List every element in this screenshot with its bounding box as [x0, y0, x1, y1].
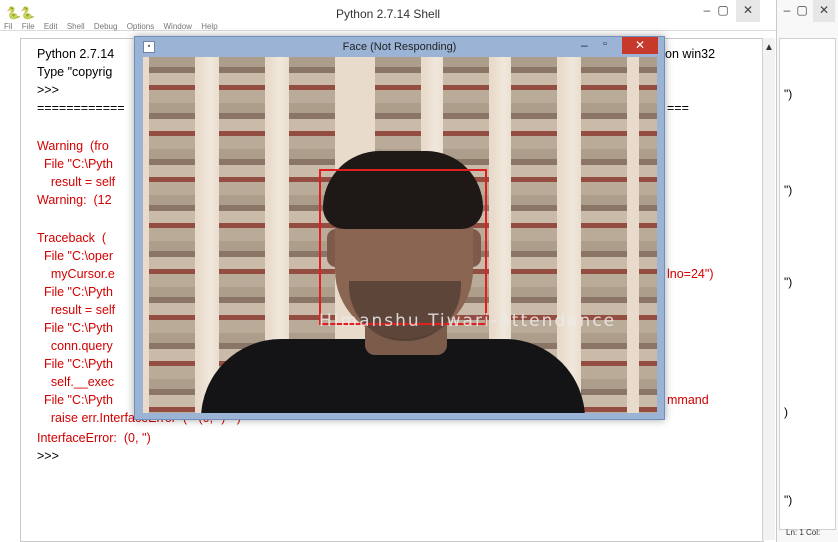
- menu-options[interactable]: Options: [127, 22, 155, 31]
- status-bar-line-col: Ln: 1 Col:: [786, 528, 821, 537]
- menu-debug[interactable]: Debug: [94, 22, 118, 31]
- camera-feed: Himanshu Tiwari-Attendance: [143, 57, 657, 413]
- shell-title: Python 2.7.14 Shell: [335, 7, 441, 21]
- shell-line: myCursor.e: [37, 267, 115, 281]
- shell-line: ============: [37, 101, 125, 115]
- shell-line: Python 2.7.14: [37, 47, 115, 61]
- shell-fragment: ): [784, 405, 788, 419]
- shell-fragment: "): [784, 493, 793, 507]
- minimize-icon[interactable]: –: [700, 0, 714, 22]
- shell-line: Type "copyrig: [37, 65, 113, 79]
- shell-prompt: >>>: [37, 449, 59, 463]
- close-icon[interactable]: ✕: [813, 0, 835, 22]
- shell-line: File "C:\Pyth: [37, 321, 113, 335]
- background-shell-text-area[interactable]: ") ") ") ) "): [779, 38, 836, 530]
- menu-window[interactable]: Window: [164, 22, 192, 31]
- shell-fragment: "): [784, 183, 793, 197]
- close-icon[interactable]: ✕: [736, 0, 760, 22]
- shell-line: File "C:\Pyth: [37, 393, 113, 407]
- minimize-icon[interactable]: –: [581, 38, 588, 52]
- shell-fragment: lno=24"): [667, 267, 714, 281]
- scroll-up-icon[interactable]: ▲: [764, 42, 774, 53]
- shell-line: File "C:\Pyth: [37, 285, 113, 299]
- recognized-name-label: Himanshu Tiwari-Attendance: [319, 311, 617, 331]
- maximize-icon[interactable]: ▢: [795, 0, 809, 22]
- shell-line: File "C:\oper: [37, 249, 113, 263]
- shell-line: result = self: [37, 175, 116, 189]
- face-window[interactable]: ▪ Face (Not Responding) – ▫ ✕ Himanshu T…: [134, 36, 665, 420]
- shell-prompt: >>>: [37, 83, 59, 97]
- maximize-icon[interactable]: ▫: [603, 38, 607, 50]
- shell-line: Traceback (: [37, 231, 107, 245]
- shell-line: File "C:\Pyth: [37, 157, 113, 171]
- menu-file-truncated[interactable]: Fil: [4, 22, 12, 31]
- menu-file[interactable]: File: [22, 22, 35, 31]
- shell-scrollbar[interactable]: ▲: [762, 38, 775, 540]
- shell-menubar: Fil File Edit Shell Debug Options Window…: [0, 22, 776, 36]
- face-detection-box: [319, 169, 487, 325]
- close-icon[interactable]: ✕: [622, 37, 658, 54]
- shell-line: File "C:\Pyth: [37, 357, 113, 371]
- shell-fragment: "): [784, 87, 793, 101]
- menu-help[interactable]: Help: [201, 22, 217, 31]
- shell-line: InterfaceError: (0, ''): [37, 431, 151, 445]
- shell-line: self.__exec: [37, 375, 115, 389]
- shell-line: conn.query: [37, 339, 113, 353]
- shell-line: Warning: (12: [37, 193, 112, 207]
- menu-shell[interactable]: Shell: [67, 22, 85, 31]
- menu-edit[interactable]: Edit: [44, 22, 58, 31]
- shell-fragment: mmand: [667, 393, 709, 407]
- shell-fragment: "): [784, 275, 793, 289]
- shell-fragment: ===: [667, 101, 689, 115]
- shell-line: result = self: [37, 303, 116, 317]
- shell-line: Warning (fro: [37, 139, 109, 153]
- background-shell-window: – ▢ ✕ ") ") ") ) "): [776, 0, 838, 542]
- maximize-icon[interactable]: ▢: [716, 0, 730, 22]
- minimize-icon[interactable]: –: [781, 0, 793, 22]
